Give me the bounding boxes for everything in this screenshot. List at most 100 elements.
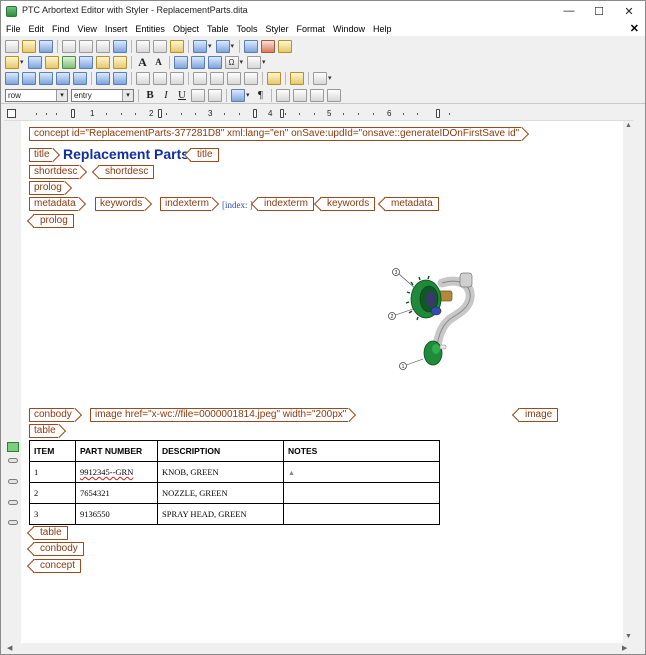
join-element-icon[interactable]	[292, 88, 307, 102]
numbered-list-icon[interactable]	[191, 88, 205, 102]
prolog-end-tag[interactable]: prolog	[33, 214, 74, 228]
redo-icon[interactable]	[215, 39, 230, 53]
document-editor[interactable]: concept id="ReplacementParts-377281D8" x…	[4, 120, 633, 644]
find-icon[interactable]	[96, 39, 110, 53]
menu-find[interactable]: Find	[48, 22, 74, 36]
align-left-icon[interactable]	[193, 71, 207, 85]
chevron-down-icon[interactable]: ▾	[56, 89, 67, 101]
insert-note-icon[interactable]	[112, 55, 127, 69]
table-start-tag[interactable]: table	[29, 424, 58, 438]
insert-markup-dropdown-icon[interactable]: ▾	[20, 58, 24, 66]
chevron-down-icon[interactable]: ▾	[122, 89, 133, 101]
cell-part-number[interactable]: 7654321	[75, 482, 158, 504]
style-combo[interactable]: entry ▾	[71, 88, 134, 102]
demote-element-icon[interactable]	[326, 88, 341, 102]
ruler[interactable]: 1 2 3 4 5 6	[4, 108, 641, 120]
indexterm-end-tag[interactable]: indexterm	[257, 197, 314, 211]
right-indent-marker[interactable]	[436, 109, 440, 118]
modify-attributes-icon[interactable]	[44, 55, 59, 69]
column-marker[interactable]	[253, 109, 257, 118]
bold-button[interactable]: B	[143, 89, 157, 102]
indent-icon[interactable]	[231, 88, 245, 102]
vertical-scrollbar[interactable]: ▲ ▼	[623, 121, 633, 644]
minimize-button[interactable]: —	[554, 3, 584, 19]
close-document-button[interactable]: ✕	[630, 22, 639, 36]
menu-object[interactable]: Object	[169, 22, 203, 36]
insert-row-below-icon[interactable]	[22, 71, 36, 85]
spray-head-image[interactable]: 3 2 1	[380, 261, 476, 376]
fill-color-icon[interactable]	[313, 71, 327, 85]
cut-icon[interactable]	[136, 39, 150, 53]
cell-description[interactable]: NOZZLE, GREEN	[157, 482, 284, 504]
insert-image-icon[interactable]	[173, 55, 188, 69]
save-icon[interactable]	[39, 39, 53, 53]
align-middle-icon[interactable]	[153, 71, 167, 85]
concept-start-tag[interactable]: concept id="ReplacementParts-377281D8" x…	[29, 127, 522, 141]
special-character-dropdown-icon[interactable]: ▾	[240, 58, 244, 66]
join-cells-icon[interactable]	[113, 71, 127, 85]
menu-window[interactable]: Window	[329, 22, 369, 36]
concept-end-tag[interactable]: concept	[33, 559, 82, 573]
insert-id-icon[interactable]	[78, 55, 93, 69]
promote-element-icon[interactable]	[309, 88, 324, 102]
align-bottom-icon[interactable]	[170, 71, 184, 85]
row-marker-icon[interactable]	[8, 500, 18, 505]
text-style-icon[interactable]	[290, 71, 304, 85]
shortdesc-end-tag[interactable]: shortdesc	[98, 165, 155, 179]
insert-table-icon[interactable]	[247, 55, 262, 69]
scroll-up-icon[interactable]: ▲	[625, 122, 632, 129]
split-element-icon[interactable]	[275, 88, 290, 102]
cell-description[interactable]: KNOB, GREEN	[157, 461, 284, 483]
cell-item[interactable]: 1	[29, 461, 76, 483]
menu-entities[interactable]: Entities	[131, 22, 169, 36]
menu-insert[interactable]: Insert	[101, 22, 132, 36]
table-properties-icon[interactable]	[267, 71, 281, 85]
bulleted-list-icon[interactable]	[208, 88, 222, 102]
document-map-icon[interactable]	[278, 39, 293, 53]
justify-icon[interactable]	[244, 71, 258, 85]
fill-color-dropdown-icon[interactable]: ▾	[328, 74, 332, 82]
ruler-toggle-icon[interactable]	[7, 109, 16, 118]
redo-dropdown-icon[interactable]: ▾	[231, 42, 235, 50]
horizontal-scrollbar[interactable]: ◀ ▶	[4, 643, 633, 653]
left-indent-marker[interactable]	[71, 109, 75, 118]
column-marker[interactable]	[158, 109, 162, 118]
insert-link-icon[interactable]	[95, 55, 110, 69]
column-marker[interactable]	[280, 109, 284, 118]
keywords-end-tag[interactable]: keywords	[320, 197, 376, 211]
title-end-tag[interactable]: title	[190, 148, 219, 162]
metadata-start-tag[interactable]: metadata	[29, 197, 78, 211]
table-grid-icon[interactable]	[7, 442, 19, 452]
insert-markup-icon[interactable]	[5, 55, 19, 69]
header-part-number[interactable]: PART NUMBER	[75, 440, 158, 462]
menu-styler[interactable]: Styler	[261, 22, 292, 36]
title-start-tag[interactable]: title	[29, 148, 52, 162]
print-preview-icon[interactable]	[79, 39, 93, 53]
cell-notes[interactable]: ▲	[283, 461, 440, 483]
keywords-start-tag[interactable]: keywords	[95, 197, 145, 211]
menu-help[interactable]: Help	[369, 22, 396, 36]
spell-check-icon[interactable]	[113, 39, 127, 53]
conbody-end-tag[interactable]: conbody	[33, 542, 84, 556]
insert-column-right-icon[interactable]	[56, 71, 70, 85]
pilcrow-icon[interactable]: ¶	[254, 89, 268, 102]
align-top-icon[interactable]	[136, 71, 150, 85]
undo-dropdown-icon[interactable]: ▾	[208, 42, 212, 50]
insert-object-icon[interactable]	[190, 55, 205, 69]
row-marker-icon[interactable]	[8, 479, 18, 484]
indexterm-start-tag[interactable]: indexterm	[160, 197, 211, 211]
new-document-icon[interactable]	[5, 39, 19, 53]
document-title[interactable]: Replacement Parts	[63, 146, 189, 162]
align-center-icon[interactable]	[210, 71, 224, 85]
cell-part-number[interactable]: 9136550	[75, 503, 158, 525]
open-folder-icon[interactable]	[22, 39, 36, 53]
insert-column-left-icon[interactable]	[39, 71, 53, 85]
header-notes[interactable]: NOTES	[283, 440, 440, 462]
print-icon[interactable]	[62, 39, 76, 53]
insert-table-dropdown-icon[interactable]: ▾	[262, 58, 266, 66]
cell-notes[interactable]	[283, 482, 440, 504]
header-description[interactable]: DESCRIPTION	[157, 440, 284, 462]
font-shrink-icon[interactable]: A	[152, 56, 166, 69]
shortdesc-start-tag[interactable]: shortdesc	[29, 165, 80, 179]
insert-graphic-icon[interactable]	[207, 55, 222, 69]
